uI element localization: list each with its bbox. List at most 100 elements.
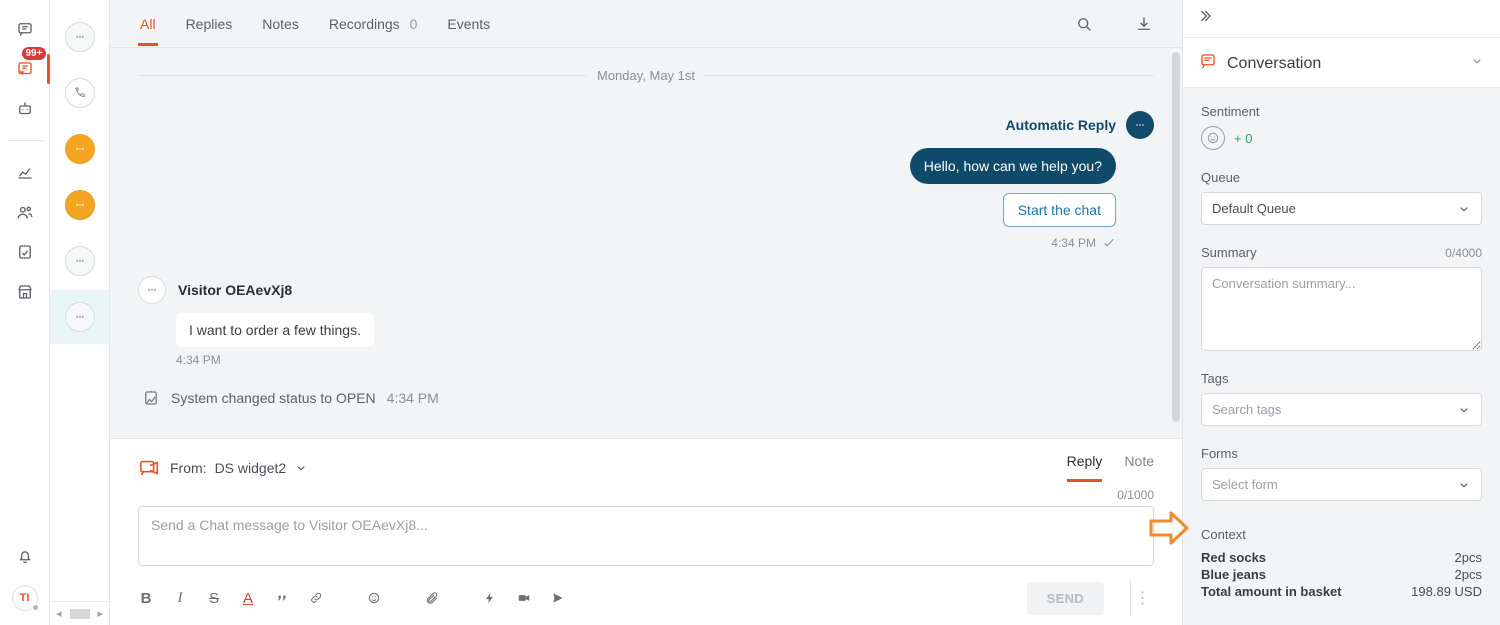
storefront-icon[interactable]: [14, 281, 36, 303]
user-avatar[interactable]: TI: [12, 585, 38, 611]
strike-icon[interactable]: S: [206, 590, 222, 606]
context-key: Blue jeans: [1201, 567, 1266, 582]
search-icon[interactable]: [1074, 14, 1094, 34]
conversation-list: ◂ ▸: [50, 0, 110, 625]
tab-recordings[interactable]: Recordings 0: [327, 3, 420, 45]
composer-tab-note[interactable]: Note: [1124, 453, 1154, 482]
tab-recordings-count: 0: [410, 16, 418, 32]
tags-placeholder: Search tags: [1212, 402, 1281, 417]
forms-placeholder: Select form: [1212, 477, 1278, 492]
details-section-header[interactable]: Conversation: [1183, 38, 1500, 88]
scrollbar[interactable]: [1172, 48, 1182, 438]
text-color-icon[interactable]: A: [240, 590, 256, 606]
summary-label: Summary: [1201, 245, 1257, 260]
composer: From: DS widget2 Reply Note 0/1000 B I S…: [110, 438, 1182, 625]
send-button[interactable]: SEND: [1027, 582, 1104, 615]
queue-select[interactable]: Default Queue: [1201, 192, 1482, 225]
chevron-down-icon: [1457, 202, 1471, 216]
presence-dot-away: [31, 603, 40, 612]
sentiment-label: Sentiment: [1201, 104, 1482, 119]
context-val: 2pcs: [1455, 550, 1482, 565]
context-val: 2pcs: [1455, 567, 1482, 582]
message-bubble: I want to order a few things.: [176, 313, 374, 347]
contacts-icon[interactable]: [14, 201, 36, 223]
date-separator-text: Monday, May 1st: [597, 68, 695, 83]
queue-value: Default Queue: [1212, 201, 1296, 216]
tab-all[interactable]: All: [138, 3, 158, 45]
conversation-item[interactable]: [65, 246, 95, 276]
analytics-icon[interactable]: [14, 161, 36, 183]
tags-select[interactable]: Search tags: [1201, 393, 1482, 426]
emoji-icon[interactable]: [366, 590, 382, 606]
system-status-icon: [142, 389, 160, 407]
send-later-icon[interactable]: [550, 590, 566, 606]
notifications-icon[interactable]: [14, 545, 36, 567]
summary-placeholder: Conversation summary...: [1212, 276, 1356, 291]
message-thread: Monday, May 1st Automatic Reply Hello, h…: [110, 48, 1182, 438]
chevron-down-icon: [1470, 54, 1484, 73]
send-more-icon[interactable]: ⋮: [1130, 581, 1154, 615]
visitor-avatar-icon: [138, 276, 166, 304]
from-selector[interactable]: From: DS widget2: [170, 460, 308, 476]
composer-input[interactable]: [138, 506, 1154, 566]
sentiment-value: + 0: [1234, 131, 1252, 146]
conversation-item[interactable]: [65, 22, 95, 52]
conversation-item-active[interactable]: [65, 134, 95, 164]
from-value: DS widget2: [215, 460, 287, 476]
delivered-check-icon: [1102, 236, 1116, 250]
conversation-item-phone[interactable]: [65, 78, 95, 108]
attachment-icon[interactable]: [424, 590, 440, 606]
queue-label: Queue: [1201, 170, 1482, 185]
tab-replies[interactable]: Replies: [184, 3, 235, 45]
system-event-time: 4:34 PM: [387, 390, 439, 406]
composer-tab-reply[interactable]: Reply: [1067, 453, 1103, 482]
video-icon[interactable]: [516, 590, 532, 606]
forms-select[interactable]: Select form: [1201, 468, 1482, 501]
conversation-item-selected[interactable]: [50, 290, 109, 344]
chevron-down-icon: [1457, 403, 1471, 417]
start-chat-button[interactable]: Start the chat: [1003, 193, 1116, 227]
tab-recordings-label: Recordings: [329, 16, 400, 32]
inbox-icon[interactable]: [14, 18, 36, 40]
unread-badge: 99+: [22, 47, 47, 60]
quick-reply-icon[interactable]: [482, 590, 498, 606]
summary-input[interactable]: Conversation summary...: [1201, 267, 1482, 351]
reports-icon[interactable]: [14, 241, 36, 263]
conversation-item-active[interactable]: [65, 190, 95, 220]
thread-tabs: All Replies Notes Recordings 0 Events: [110, 0, 1182, 48]
bots-icon[interactable]: [14, 98, 36, 120]
pager-next-icon[interactable]: ▸: [93, 607, 107, 620]
link-icon[interactable]: [308, 590, 324, 606]
tab-events[interactable]: Events: [445, 3, 492, 45]
chevron-down-icon: [1457, 478, 1471, 492]
channel-icon: [138, 457, 160, 479]
conversation-list-pager: ◂ ▸: [50, 601, 109, 625]
italic-icon[interactable]: I: [172, 590, 188, 606]
context-val: 198.89 USD: [1411, 584, 1482, 599]
rail-separator: [7, 140, 43, 141]
message-bubble: Hello, how can we help you?: [910, 148, 1116, 184]
system-event: System changed status to OPEN 4:34 PM: [142, 389, 1154, 407]
details-panel: Conversation Sentiment + 0 Queue: [1182, 0, 1500, 625]
nav-rail: 99+ TI: [0, 0, 50, 625]
context-row: Red socks 2pcs: [1201, 549, 1482, 566]
bot-avatar-icon: [1126, 111, 1154, 139]
system-event-text: System changed status to OPEN: [171, 390, 376, 406]
pager-scroll[interactable]: [70, 609, 90, 619]
context-label: Context: [1201, 527, 1482, 542]
conversations-icon[interactable]: 99+: [14, 58, 36, 80]
from-prefix: From:: [170, 460, 207, 476]
tags-label: Tags: [1201, 371, 1482, 386]
conversation-icon: [1199, 52, 1217, 75]
tab-notes[interactable]: Notes: [260, 3, 301, 45]
quote-icon[interactable]: [274, 590, 290, 606]
bold-icon[interactable]: B: [138, 590, 154, 606]
forms-label: Forms: [1201, 446, 1482, 461]
context-row: Total amount in basket 198.89 USD: [1201, 583, 1482, 600]
sentiment-face-icon: [1201, 126, 1225, 150]
pager-prev-icon[interactable]: ◂: [52, 607, 66, 620]
message-time: 4:34 PM: [176, 353, 1154, 367]
download-icon[interactable]: [1134, 14, 1154, 34]
automatic-reply-label: Automatic Reply: [1006, 117, 1116, 133]
collapse-panel-icon[interactable]: [1195, 7, 1213, 30]
